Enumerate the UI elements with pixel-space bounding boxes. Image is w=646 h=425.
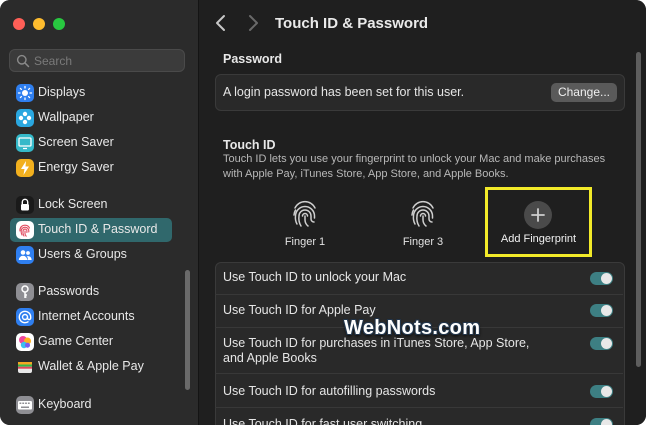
users-groups-icon <box>16 246 34 264</box>
fingerprint-icon <box>411 200 434 227</box>
sidebar-scrollbar[interactable] <box>185 270 190 390</box>
screen-saver-icon <box>16 134 34 152</box>
main-pane: Touch ID & Password Password A login pas… <box>199 0 646 425</box>
option-label: Use Touch ID for Apple Pay <box>223 303 376 317</box>
at-sign-icon <box>16 308 34 326</box>
keyboard-icon <box>16 396 34 414</box>
touch-id-section-title: Touch ID <box>223 138 276 152</box>
password-status-text: A login password has been set for this u… <box>223 85 465 99</box>
wallet-icon <box>16 358 34 376</box>
fingerprint-icon <box>16 221 34 239</box>
search-icon <box>16 54 30 68</box>
lock-screen-icon <box>16 196 34 214</box>
finger-3-item[interactable]: Finger 3 <box>388 198 458 248</box>
autofill-toggle[interactable] <box>590 385 613 398</box>
add-fingerprint-highlight[interactable]: Add Fingerprint <box>485 187 592 257</box>
minimize-window-button[interactable] <box>33 18 45 30</box>
search-field[interactable] <box>9 49 185 72</box>
sidebar-item-keyboard[interactable]: Keyboard <box>10 393 172 417</box>
touch-id-description: Touch ID lets you use your fingerprint t… <box>223 153 606 180</box>
zoom-window-button[interactable] <box>53 18 65 30</box>
toggle-knob <box>601 419 612 425</box>
finger-1-item[interactable]: Finger 1 <box>270 198 340 248</box>
key-icon <box>16 283 34 301</box>
close-window-button[interactable] <box>13 18 25 30</box>
sidebar-item-label: Displays <box>38 85 86 99</box>
fast-user-switching-toggle[interactable] <box>590 418 613 425</box>
option-row-fast-user-switching: Use Touch ID for fast user switching <box>215 408 623 425</box>
option-label: Use Touch ID to unlock your Mac <box>223 270 407 284</box>
toggle-knob <box>601 386 612 397</box>
settings-window: Displays Wallpaper Screen Saver Energy S… <box>0 0 646 425</box>
main-scrollbar[interactable] <box>636 52 641 367</box>
unlock-mac-toggle[interactable] <box>590 272 613 285</box>
sidebar-item-label: Game Center <box>38 334 114 348</box>
sidebar-item-label: Energy Saver <box>38 160 114 174</box>
back-arrow-icon[interactable] <box>213 13 229 33</box>
watermark: WebNots.com <box>344 317 481 339</box>
fingerprint-icon <box>293 200 316 227</box>
wallpaper-icon <box>16 109 34 127</box>
sidebar-item-energy-saver[interactable]: Energy Saver <box>10 156 172 180</box>
sidebar-item-game-center[interactable]: Game Center <box>10 330 172 354</box>
sidebar-item-lock-screen[interactable]: Lock Screen <box>10 193 172 217</box>
option-row-unlock-mac: Use Touch ID to unlock your Mac <box>215 263 623 295</box>
sidebar-item-label: Wallpaper <box>38 110 94 124</box>
toggle-knob <box>601 273 612 284</box>
apple-pay-toggle[interactable] <box>590 304 613 317</box>
plus-icon <box>531 208 545 222</box>
toggle-knob <box>601 338 612 349</box>
option-label: Use Touch ID for fast user switching <box>223 417 423 425</box>
change-password-button[interactable]: Change... <box>551 83 617 102</box>
sidebar-item-label: Lock Screen <box>38 197 108 211</box>
sidebar-item-internet-accounts[interactable]: Internet Accounts <box>10 305 172 329</box>
option-label: Use Touch ID for purchases in iTunes Sto… <box>223 336 530 365</box>
sidebar-item-displays[interactable]: Displays <box>10 81 172 105</box>
sidebar-item-label: Screen Saver <box>38 135 114 149</box>
sidebar-item-wallet-apple-pay[interactable]: Wallet & Apple Pay <box>10 355 172 379</box>
add-fingerprint-button[interactable] <box>524 201 552 229</box>
forward-arrow-icon[interactable] <box>245 13 261 33</box>
sidebar-item-label: Passwords <box>38 284 100 298</box>
game-center-icon <box>16 333 34 351</box>
toggle-knob <box>601 305 612 316</box>
fingerprint-label: Finger 3 <box>402 236 444 248</box>
sidebar-item-users-groups[interactable]: Users & Groups <box>10 243 172 267</box>
sidebar-item-label: Users & Groups <box>38 247 127 261</box>
option-row-autofill: Use Touch ID for autofilling passwords <box>215 374 623 408</box>
sidebar-item-label: Touch ID & Password <box>38 222 158 236</box>
sidebar-item-screen-saver[interactable]: Screen Saver <box>10 131 172 155</box>
sidebar-item-label: Wallet & Apple Pay <box>38 359 144 373</box>
sidebar-item-label: Keyboard <box>38 397 92 411</box>
displays-icon <box>16 84 34 102</box>
sidebar-item-wallpaper[interactable]: Wallpaper <box>10 106 172 130</box>
sidebar: Displays Wallpaper Screen Saver Energy S… <box>0 0 199 425</box>
page-title: Touch ID & Password <box>275 15 429 32</box>
purchases-toggle[interactable] <box>590 337 613 350</box>
search-input[interactable] <box>34 52 180 69</box>
password-section-title: Password <box>223 52 283 66</box>
sidebar-item-touch-id-password[interactable]: Touch ID & Password <box>10 218 172 242</box>
sidebar-item-passwords[interactable]: Passwords <box>10 280 172 304</box>
energy-saver-icon <box>16 159 34 177</box>
option-label: Use Touch ID for autofilling passwords <box>223 384 436 398</box>
add-fingerprint-label: Add Fingerprint <box>500 233 577 245</box>
fingerprint-label: Finger 1 <box>284 236 326 248</box>
toolbar: Touch ID & Password <box>199 0 646 46</box>
sidebar-item-label: Internet Accounts <box>38 309 135 323</box>
